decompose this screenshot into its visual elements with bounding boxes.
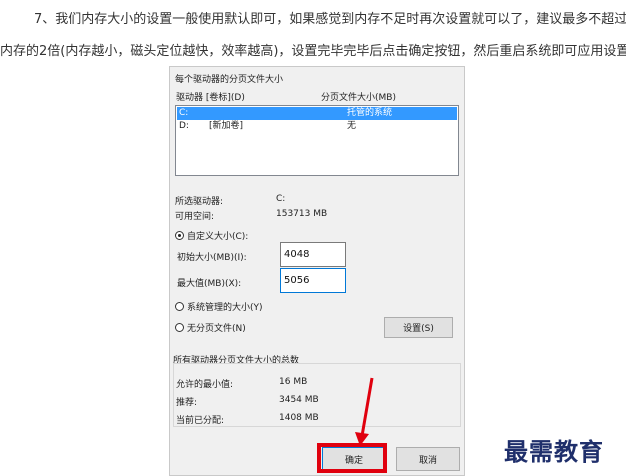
- selected-drive-label: 所选驱动器:: [175, 197, 224, 207]
- no-paging-file-label: 无分页文件(N): [187, 324, 246, 334]
- drive-paging-size: 无: [347, 121, 357, 131]
- per-drive-group-title: 每个驱动器的分页文件大小: [175, 75, 284, 85]
- ok-highlight-box: [317, 443, 387, 473]
- radio-unchecked-icon: [175, 302, 184, 311]
- recommended-label: 推荐:: [176, 398, 198, 408]
- free-space-value: 153713 MB: [276, 209, 328, 219]
- recommended-value: 3454 MB: [279, 395, 319, 405]
- selected-drive-value: C:: [276, 194, 286, 204]
- radio-checked-icon: [175, 231, 184, 240]
- no-paging-file-radio[interactable]: 无分页文件(N): [175, 321, 246, 334]
- initial-size-label: 初始大小(MB)(I):: [177, 253, 247, 263]
- cancel-button[interactable]: 取消: [396, 447, 460, 471]
- size-column-header: 分页文件大小(MB): [321, 93, 396, 103]
- max-size-input[interactable]: [280, 268, 346, 293]
- drive-row-c[interactable]: C: 托管的系统: [177, 107, 457, 120]
- system-managed-label: 系统管理的大小(Y): [187, 303, 263, 313]
- initial-size-input[interactable]: [280, 242, 346, 267]
- free-space-label: 可用空间:: [175, 212, 215, 222]
- system-managed-radio[interactable]: 系统管理的大小(Y): [175, 300, 263, 313]
- min-allowed-value: 16 MB: [279, 377, 308, 387]
- drive-column-header: 驱动器 [卷标](D): [176, 93, 245, 103]
- allocated-label: 当前已分配:: [176, 416, 225, 426]
- drive-letter: D:: [179, 121, 189, 131]
- radio-unchecked-icon: [175, 323, 184, 332]
- drive-label: [新加卷]: [209, 121, 244, 131]
- max-size-label: 最大值(MB)(X):: [177, 279, 242, 289]
- drive-list[interactable]: C: 托管的系统 D: [新加卷] 无: [175, 105, 459, 176]
- allocated-value: 1408 MB: [279, 413, 319, 423]
- min-allowed-label: 允许的最小值:: [176, 380, 234, 390]
- watermark-logo: 最需教育: [504, 437, 604, 466]
- article-line-1: 7、我们内存大小的设置一般使用默认即可，如果感觉到内存不足时再次设置就可以了，建…: [34, 12, 626, 27]
- article-line-2: 内存的2倍(内存越小，磁头定位越快，效率越高)，设置完毕完毕后点击确定按钮，然后…: [0, 44, 626, 59]
- virtual-memory-dialog: 每个驱动器的分页文件大小 驱动器 [卷标](D) 分页文件大小(MB) C: 托…: [169, 66, 465, 476]
- custom-size-radio[interactable]: 自定义大小(C):: [175, 229, 248, 242]
- drive-paging-size: 托管的系统: [347, 108, 393, 118]
- drive-letter: C:: [179, 108, 189, 118]
- custom-size-label: 自定义大小(C):: [187, 232, 249, 242]
- set-button[interactable]: 设置(S): [384, 317, 453, 338]
- drive-row-d[interactable]: D: [新加卷] 无: [177, 120, 457, 133]
